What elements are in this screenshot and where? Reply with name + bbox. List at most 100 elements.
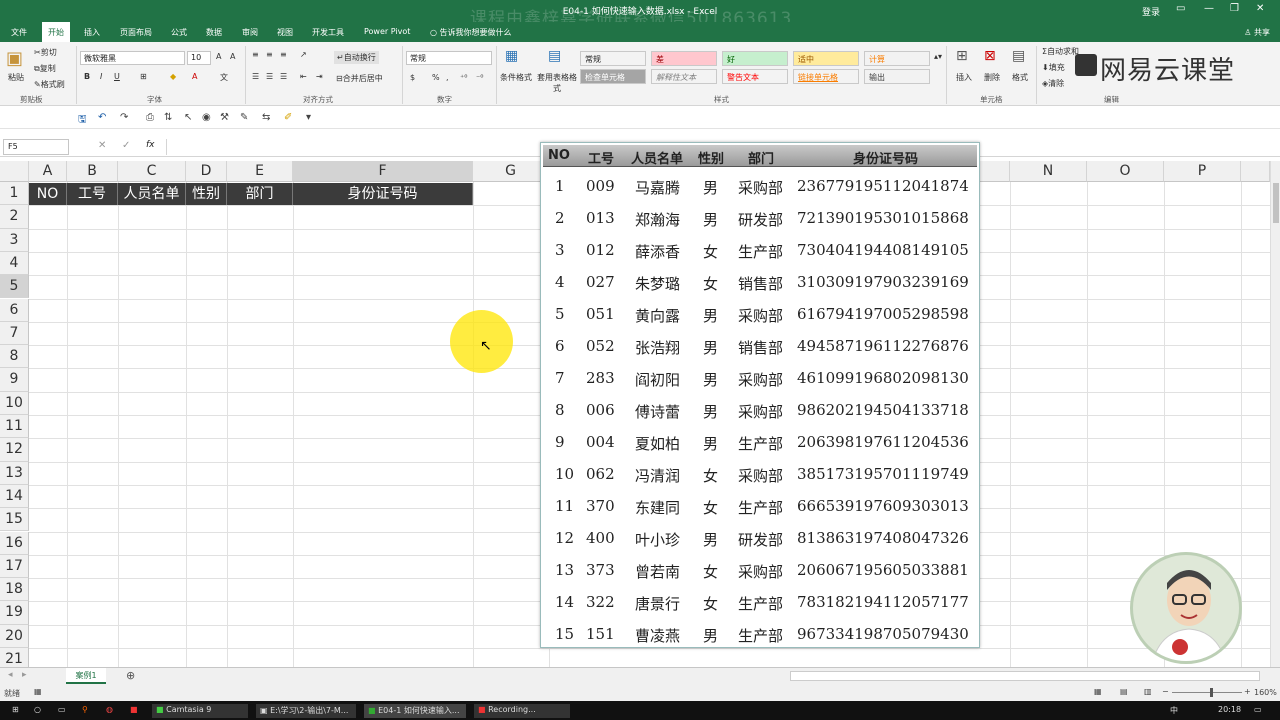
tab-developer[interactable]: 开发工具: [312, 27, 344, 38]
zoom-in-icon[interactable]: +: [1244, 687, 1251, 696]
wrap-text-button[interactable]: ↵自动换行: [334, 51, 379, 64]
format-painter-button[interactable]: ✎格式刷: [34, 79, 65, 90]
share-button[interactable]: ♙ 共享: [1244, 27, 1270, 38]
orientation-icon[interactable]: ↗: [300, 50, 307, 59]
column-header-b[interactable]: B: [67, 161, 118, 182]
sort-icon[interactable]: ⇅: [164, 112, 172, 123]
style-good[interactable]: 好: [722, 51, 788, 66]
column-header-f[interactable]: F: [293, 161, 473, 182]
redo-icon[interactable]: ↷: [120, 112, 128, 123]
add-sheet-icon[interactable]: ⊕: [126, 669, 135, 682]
merge-center-button[interactable]: ⊟合并后居中: [336, 73, 383, 84]
undo-icon[interactable]: ↶: [98, 112, 106, 123]
tab-file[interactable]: 文件: [11, 27, 27, 38]
style-warning[interactable]: 警告文本: [722, 69, 788, 84]
column-header-e[interactable]: E: [227, 161, 293, 182]
customize-qat-icon[interactable]: ▾: [306, 112, 311, 123]
decrease-decimal-icon[interactable]: ⁻⁰: [476, 73, 483, 82]
row-header[interactable]: 21: [0, 648, 29, 667]
column-header-a[interactable]: A: [29, 161, 67, 182]
row-header[interactable]: 16: [0, 531, 29, 555]
format-cells-icon[interactable]: ▤: [1012, 48, 1025, 64]
column-header-o[interactable]: O: [1087, 161, 1164, 182]
minimize-icon[interactable]: —: [1204, 3, 1214, 14]
align-center-icon[interactable]: ☰: [266, 72, 273, 81]
fill-button[interactable]: ⬇填充: [1042, 62, 1065, 73]
ribbon-display-icon[interactable]: ▭: [1176, 3, 1185, 14]
name-box[interactable]: F5: [3, 139, 69, 155]
row-header[interactable]: 5: [0, 275, 29, 299]
ime-indicator[interactable]: 中: [1166, 704, 1182, 718]
column-header-p[interactable]: P: [1164, 161, 1241, 182]
taskbar-camtasia[interactable]: ■ Camtasia 9: [152, 704, 248, 718]
highlight-icon[interactable]: ✐: [284, 112, 292, 123]
tell-me-search[interactable]: ○ 告诉我你想要做什么: [430, 27, 512, 38]
taskbar-explorer[interactable]: ▣ E:\学习\2-输出\7-M...: [256, 704, 356, 718]
currency-icon[interactable]: $: [410, 73, 415, 82]
tab-formulas[interactable]: 公式: [171, 27, 187, 38]
font-name-select[interactable]: 微软雅黑: [80, 51, 185, 65]
row-header[interactable]: 15: [0, 508, 29, 532]
style-bad[interactable]: 差: [651, 51, 717, 66]
macro-record-icon[interactable]: ▦: [34, 687, 42, 696]
row-header[interactable]: 19: [0, 601, 29, 625]
border-icon[interactable]: ⊞: [140, 72, 147, 81]
conditional-format-icon[interactable]: ▦: [505, 48, 518, 64]
column-header-n[interactable]: N: [1010, 161, 1087, 182]
app-icon-search[interactable]: ⚲: [78, 704, 92, 718]
cut-button[interactable]: ✂剪切: [34, 47, 57, 58]
row-header[interactable]: 9: [0, 368, 29, 392]
toggle-icon[interactable]: ⇆: [262, 112, 270, 123]
conditional-format-button[interactable]: 条件格式: [500, 72, 532, 83]
row-header[interactable]: 12: [0, 438, 29, 462]
format-as-table-button[interactable]: 套用表格格式: [536, 72, 578, 94]
align-bottom-icon[interactable]: ≡: [280, 50, 287, 59]
font-size-select[interactable]: 10: [187, 51, 211, 65]
grow-font-icon[interactable]: A: [216, 52, 221, 61]
column-header-c[interactable]: C: [118, 161, 186, 182]
style-calculation[interactable]: 计算: [864, 51, 930, 66]
notification-icon[interactable]: ▭: [1250, 704, 1266, 718]
font-color-icon[interactable]: A: [192, 72, 197, 81]
style-check-cell[interactable]: 检查单元格: [580, 69, 646, 84]
underline-icon[interactable]: U: [114, 72, 120, 81]
cell-e1[interactable]: 部门: [227, 183, 293, 205]
login-link[interactable]: 登录: [1142, 5, 1160, 18]
page-break-view-icon[interactable]: ▥: [1144, 687, 1152, 696]
row-header[interactable]: 1: [0, 182, 29, 206]
bold-icon[interactable]: B: [84, 72, 90, 81]
start-icon[interactable]: ⊞: [8, 704, 23, 718]
page-layout-view-icon[interactable]: ▤: [1120, 687, 1128, 696]
camera-icon[interactable]: ◉: [202, 112, 211, 123]
save-icon[interactable]: 🖫: [78, 112, 87, 129]
format-table-icon[interactable]: ▤: [548, 48, 561, 64]
cell-d1[interactable]: 性别: [186, 183, 227, 205]
cell-a1[interactable]: NO: [29, 183, 67, 205]
style-explanatory[interactable]: 解释性文本: [651, 69, 717, 84]
style-normal[interactable]: 常规: [580, 51, 646, 66]
taskbar-excel[interactable]: ■ E04-1 如何快速输入...: [364, 704, 466, 718]
select-all-corner[interactable]: [0, 161, 29, 182]
row-header[interactable]: 2: [0, 205, 29, 229]
row-header[interactable]: 4: [0, 251, 29, 276]
format-painter-icon[interactable]: ✎: [240, 112, 248, 123]
insert-function-icon[interactable]: fx: [146, 140, 155, 150]
tab-data[interactable]: 数据: [206, 27, 222, 38]
enter-icon[interactable]: ✓: [122, 140, 130, 151]
cell-c1[interactable]: 人员名单: [118, 183, 186, 205]
cell-f1[interactable]: 身份证号码: [293, 183, 473, 205]
zoom-out-icon[interactable]: −: [1162, 687, 1169, 696]
decrease-indent-icon[interactable]: ⇤: [300, 72, 307, 81]
row-header[interactable]: 8: [0, 345, 29, 369]
column-header-d[interactable]: D: [186, 161, 227, 182]
phonetic-icon[interactable]: 文: [220, 72, 228, 83]
zoom-level[interactable]: 160%: [1254, 688, 1277, 697]
style-linked-cell[interactable]: 链接单元格: [793, 69, 859, 84]
delete-cells-icon[interactable]: ⊠: [984, 48, 996, 64]
row-header[interactable]: 10: [0, 391, 29, 415]
browser-icon[interactable]: ◍: [102, 704, 117, 718]
row-header[interactable]: 17: [0, 554, 29, 579]
cancel-icon[interactable]: ✕: [98, 140, 106, 151]
tab-insert[interactable]: 插入: [84, 27, 100, 38]
close-icon[interactable]: ✕: [1256, 3, 1264, 14]
